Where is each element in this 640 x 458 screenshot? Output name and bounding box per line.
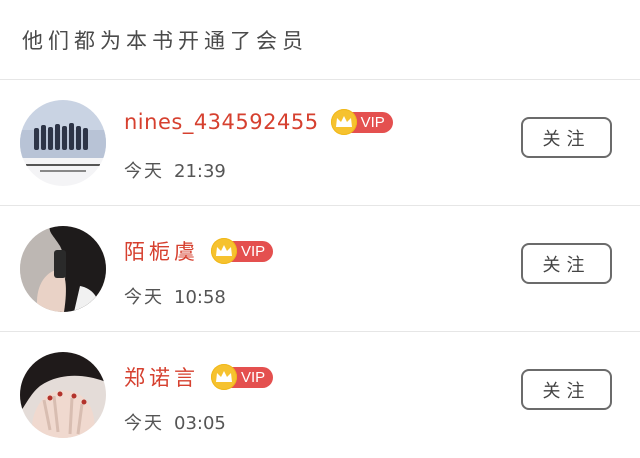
time-prefix: 今天 (124, 161, 164, 182)
avatar[interactable] (20, 226, 106, 312)
join-time: 今天 21:39 (124, 157, 226, 183)
follow-button[interactable]: 关注 (521, 117, 612, 158)
vip-badge: VIP (330, 109, 393, 135)
page-title: 他们都为本书开通了会员 (22, 28, 308, 53)
crown-icon (211, 364, 237, 390)
crown-icon (330, 109, 357, 135)
time-value: 03:05 (174, 413, 226, 434)
username[interactable]: 陌栀虞 (124, 236, 199, 266)
crown-icon (211, 238, 237, 264)
list-item: nines_434592455 VIP 今天 21:39 关注 (0, 80, 640, 206)
username[interactable]: nines_434592455 (124, 110, 319, 134)
name-line: 陌栀虞 VIP (124, 236, 274, 266)
time-prefix: 今天 (124, 287, 164, 308)
time-value: 21:39 (174, 161, 226, 182)
vip-badge: VIP (211, 364, 274, 390)
list-item: 郑诺言 VIP 今天 03:05 关注 (0, 332, 640, 458)
name-line: nines_434592455 VIP (124, 109, 393, 135)
avatar[interactable] (20, 352, 106, 438)
time-value: 10:58 (174, 287, 226, 308)
page-header: 他们都为本书开通了会员 (0, 0, 640, 80)
join-time: 今天 10:58 (124, 283, 226, 309)
follow-button[interactable]: 关注 (521, 369, 612, 410)
avatar[interactable] (20, 100, 106, 186)
time-prefix: 今天 (124, 413, 164, 434)
username[interactable]: 郑诺言 (124, 362, 199, 392)
member-list: nines_434592455 VIP 今天 21:39 关注 陌栀虞 VIP … (0, 80, 640, 458)
list-item: 陌栀虞 VIP 今天 10:58 关注 (0, 206, 640, 332)
name-line: 郑诺言 VIP (124, 362, 274, 392)
join-time: 今天 03:05 (124, 409, 226, 435)
vip-badge: VIP (211, 238, 274, 264)
follow-button[interactable]: 关注 (521, 243, 612, 284)
